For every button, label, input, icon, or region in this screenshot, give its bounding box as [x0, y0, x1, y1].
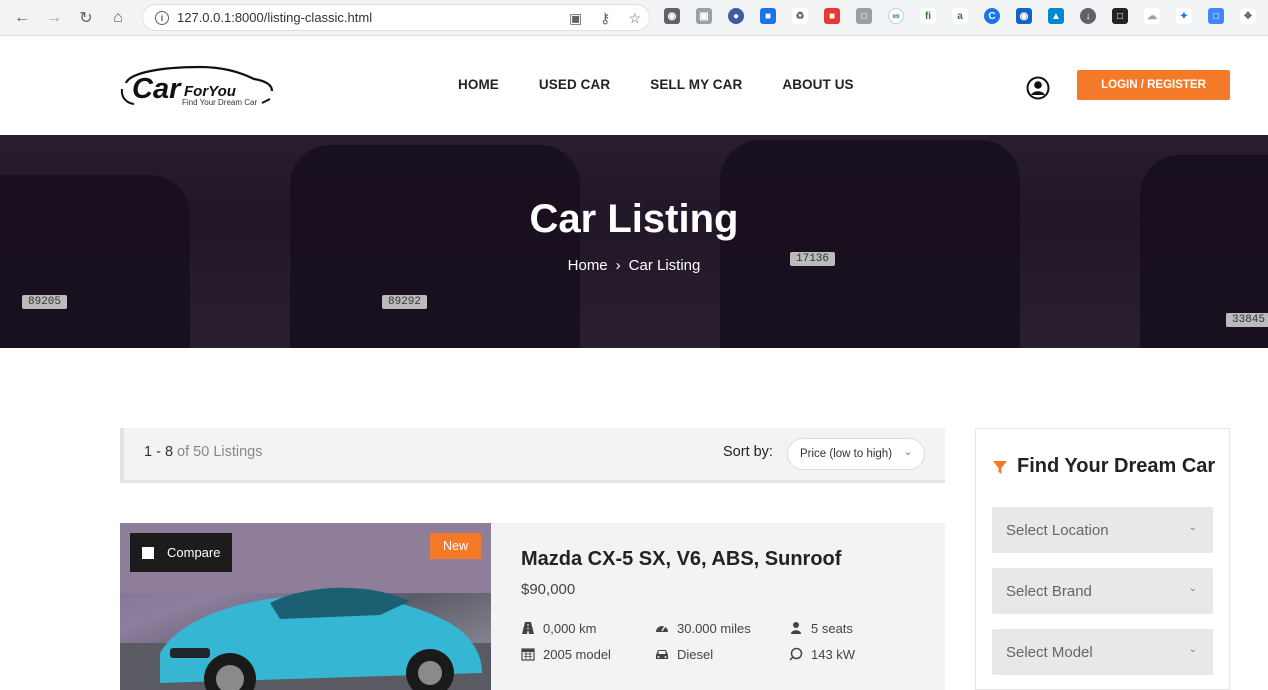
chevron-down-icon: ⌄: [1188, 522, 1197, 533]
nav-used-car[interactable]: USED CAR: [539, 77, 610, 92]
extension-a-icon[interactable]: a: [952, 8, 968, 24]
main-nav: HOME USED CAR SELL MY CAR ABOUT US: [458, 77, 854, 92]
car-icon: [656, 650, 668, 659]
spec-item: 143 kW: [789, 646, 909, 662]
breadcrumb-home[interactable]: Home: [568, 257, 608, 274]
user-account-icon[interactable]: [1026, 76, 1050, 100]
tachometer-icon: [656, 625, 668, 632]
extensions-bar: ◉ ▣ ● ■ ♻ ■ □ ∞ fi a C ◉ ▲ ↓ □ ☁ ✦ □ ❖: [664, 8, 1256, 24]
extension-download-icon[interactable]: ↓: [1080, 8, 1096, 24]
extension-camera-icon[interactable]: ▣: [696, 8, 712, 24]
sidebar-title-text: Find Your Dream Car: [1017, 455, 1216, 477]
power-icon: [789, 647, 803, 661]
extension-recycle-icon[interactable]: ♻: [792, 8, 808, 24]
spec-item: 30.000 miles: [655, 620, 789, 636]
forward-icon[interactable]: →: [44, 8, 64, 28]
spec-item: 0,000 km: [521, 620, 655, 636]
login-register-button[interactable]: LOGIN / REGISTER: [1077, 70, 1230, 100]
logo-tagline: Find Your Dream Car: [182, 98, 258, 107]
extension-window-icon[interactable]: □: [1112, 8, 1128, 24]
spec-item: Diesel: [655, 646, 789, 662]
extension-fi-icon[interactable]: fi: [920, 8, 936, 24]
page-title: Car Listing: [529, 197, 739, 241]
compare-toggle[interactable]: Compare: [130, 533, 232, 572]
extension-copy-icon[interactable]: □: [856, 8, 872, 24]
spec-item: 5 seats: [789, 620, 909, 636]
spec-text: 143 kW: [811, 646, 856, 662]
extension-translate-icon[interactable]: □: [1208, 8, 1224, 24]
chevron-right-icon: ›: [615, 257, 621, 274]
user-icon: [791, 622, 801, 634]
info-icon[interactable]: i: [155, 10, 169, 25]
breadcrumb-current: Car Listing: [628, 257, 701, 274]
extension-blue-icon[interactable]: ■: [760, 8, 776, 24]
extension-gauge-icon[interactable]: ◉: [664, 8, 680, 24]
extensions-puzzle-icon[interactable]: ❖: [1240, 8, 1256, 24]
result-range: 1 - 8: [144, 444, 174, 460]
spec-text: 0,000 km: [543, 620, 597, 636]
spec-text: 2005 model: [543, 646, 611, 662]
site-header: Car ForYou Find Your Dream Car HOME USED…: [0, 37, 1268, 135]
chevron-down-icon: ⌄: [1188, 583, 1197, 594]
reload-icon[interactable]: ↻: [76, 8, 96, 28]
sort-value: Price (low to high): [800, 448, 893, 460]
spec-text: Diesel: [677, 646, 714, 662]
key-icon[interactable]: ⚷: [600, 10, 610, 27]
extension-cloud-icon[interactable]: ☁: [1144, 8, 1160, 24]
select-location-label: Select Location: [1006, 521, 1109, 539]
hero-plate: 33845: [1226, 313, 1268, 327]
listing-specs: 0,000 km 30.000 miles 5 seats 2005 model…: [521, 620, 909, 662]
home-icon[interactable]: ⌂: [108, 8, 128, 28]
listing-image[interactable]: Compare New: [120, 523, 491, 690]
result-total: of 50 Listings: [177, 444, 263, 460]
select-model[interactable]: Select Model ⌄: [992, 629, 1213, 675]
select-model-label: Select Model: [1006, 643, 1093, 661]
road-icon: [522, 622, 534, 634]
spec-text: 30.000 miles: [677, 620, 751, 636]
hero-plate: 89205: [22, 295, 68, 309]
listing-card: Compare New Mazda CX-5 SX, V6, ABS, Sunr…: [120, 523, 945, 690]
select-brand[interactable]: Select Brand ⌄: [992, 568, 1213, 614]
compare-label: Compare: [167, 545, 221, 560]
hero-plate: 89292: [382, 295, 428, 309]
chevron-down-icon: ⌄: [903, 447, 912, 458]
select-location[interactable]: Select Location ⌄: [992, 507, 1213, 553]
address-url: 127.0.0.1:8000/listing-classic.html: [177, 10, 373, 25]
nav-about-us[interactable]: ABOUT US: [782, 77, 853, 92]
nav-home[interactable]: HOME: [458, 77, 499, 92]
star-icon[interactable]: ☆: [628, 10, 641, 27]
result-count: 1 - 8 of 50 Listings: [144, 444, 263, 460]
extension-bird-icon[interactable]: ✦: [1176, 8, 1192, 24]
breadcrumb: Home › Car Listing: [0, 257, 1268, 274]
filter-icon: [993, 460, 1007, 474]
site-logo[interactable]: Car ForYou Find Your Dream Car: [120, 63, 275, 109]
extension-image-icon[interactable]: ▲: [1048, 8, 1064, 24]
extension-screen-icon[interactable]: ◉: [1016, 8, 1032, 24]
browser-toolbar: ← → ↻ ⌂ i 127.0.0.1:8000/listing-classic…: [0, 0, 1268, 36]
spec-text: 5 seats: [811, 620, 853, 636]
spec-item: 2005 model: [521, 646, 655, 662]
compare-checkbox[interactable]: [142, 546, 154, 559]
hero-banner: 89205 89292 17136 33845 Car Listing Home…: [0, 135, 1268, 348]
qr-code-icon[interactable]: ▣: [569, 10, 582, 27]
logo-text-car: Car: [132, 73, 181, 105]
new-badge: New: [430, 533, 481, 559]
listing-title[interactable]: Mazda CX-5 SX, V6, ABS, Sunroof: [521, 548, 841, 571]
extension-link-icon[interactable]: ∞: [888, 8, 904, 24]
extension-red-icon[interactable]: ■: [824, 8, 840, 24]
search-sidebar: Find Your Dream Car Select Location ⌄ Se…: [975, 428, 1230, 690]
chevron-down-icon: ⌄: [1188, 644, 1197, 655]
extension-c-icon[interactable]: C: [984, 8, 1000, 24]
sort-label: Sort by:: [723, 444, 773, 460]
extension-firefox-icon[interactable]: ●: [728, 8, 744, 24]
sort-select[interactable]: Price (low to high) ⌄: [787, 438, 925, 470]
result-bar: 1 - 8 of 50 Listings Sort by: Price (low…: [120, 428, 945, 483]
select-brand-label: Select Brand: [1006, 582, 1092, 600]
calendar-icon: [521, 648, 535, 661]
address-bar[interactable]: i 127.0.0.1:8000/listing-classic.html ▣ …: [142, 4, 650, 31]
back-icon[interactable]: ←: [12, 8, 32, 28]
listing-price: $90,000: [521, 581, 576, 598]
sidebar-title: Find Your Dream Car: [992, 455, 1215, 478]
nav-sell-my-car[interactable]: SELL MY CAR: [650, 77, 742, 92]
